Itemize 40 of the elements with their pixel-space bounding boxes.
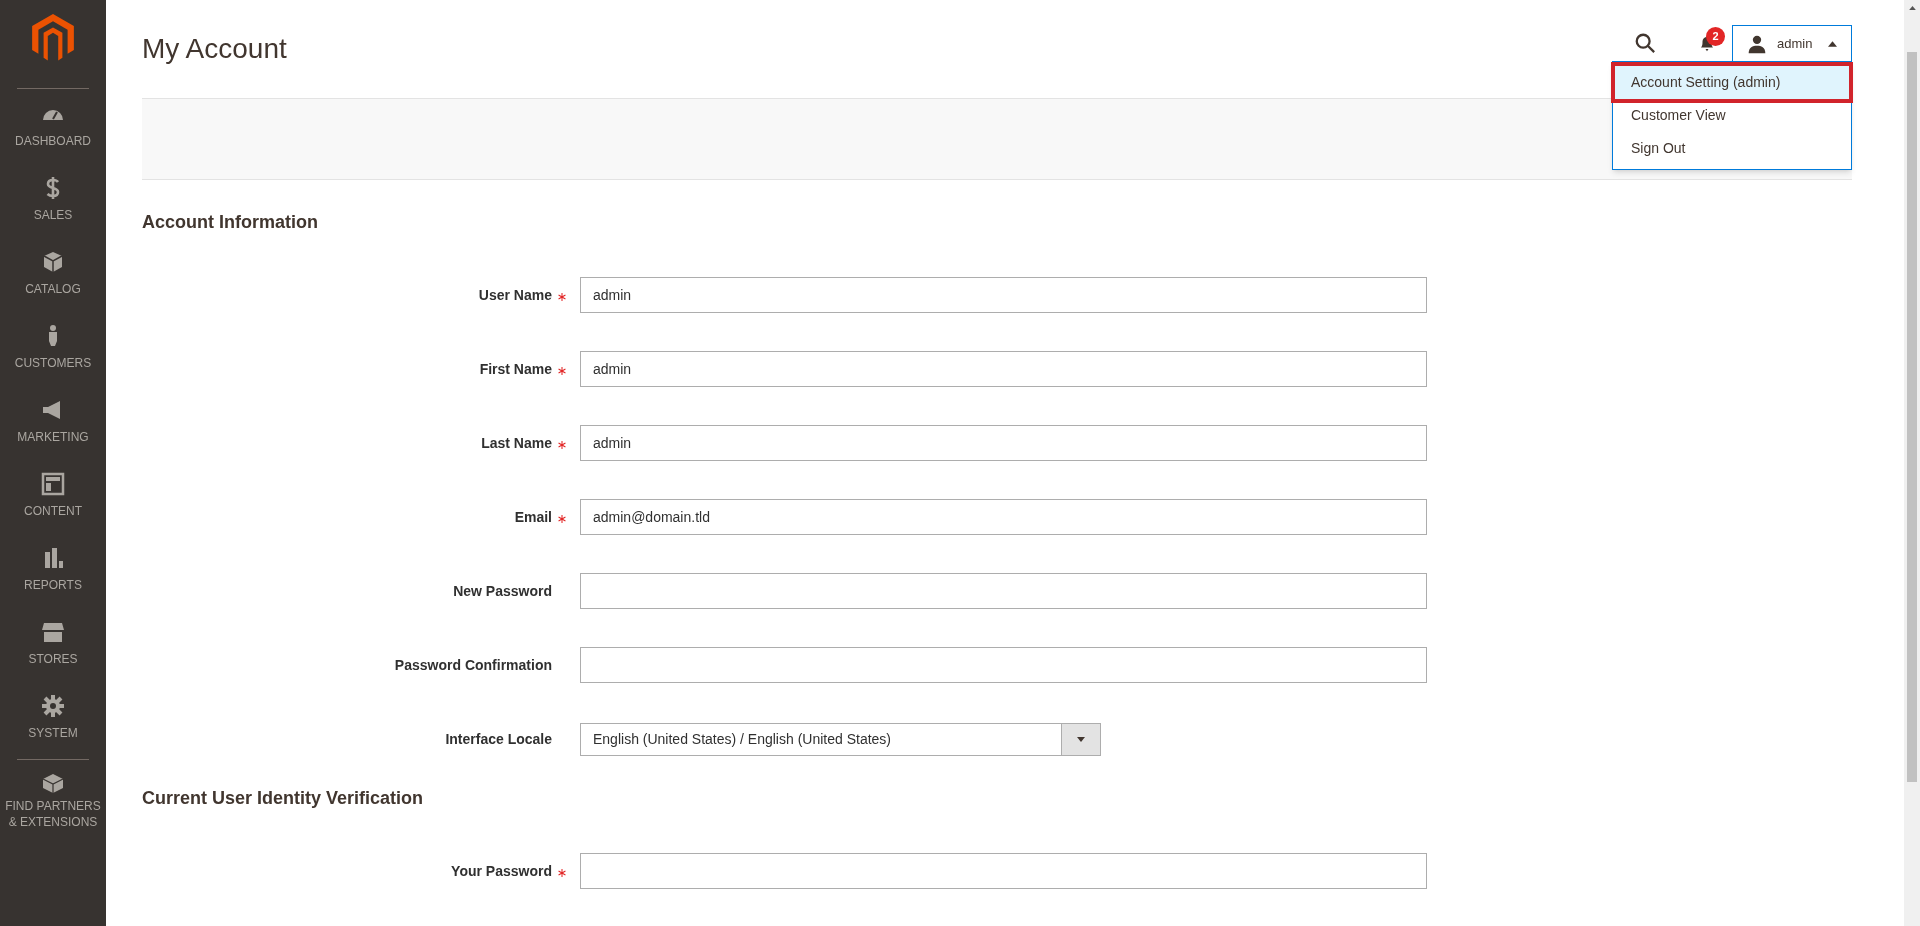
field-label: First Name	[479, 359, 552, 379]
nav-item[interactable]: CUSTOMERS	[0, 311, 106, 385]
nav-item[interactable]: SYSTEM	[0, 681, 106, 755]
field-label: Email	[514, 507, 552, 527]
input-field[interactable]: admin	[580, 277, 1427, 313]
user-icon	[1747, 33, 1767, 54]
section-title: Account Information	[142, 211, 319, 234]
field-label: Password Confirmation	[394, 655, 552, 675]
menu-item[interactable]: Sign Out	[1615, 132, 1849, 165]
nav-item[interactable]: CONTENT	[0, 459, 106, 533]
field-label: Last Name	[481, 433, 552, 453]
input-field[interactable]: admin	[580, 351, 1427, 387]
gear-icon	[41, 694, 65, 718]
storefront-icon	[41, 620, 65, 644]
layout-icon	[41, 472, 65, 496]
field-label: Interface Locale	[445, 729, 552, 749]
nav-item[interactable]: REPORTS	[0, 533, 106, 607]
user-menu-button[interactable]: admin	[1732, 25, 1852, 61]
nav-item[interactable]: STORES	[0, 607, 106, 681]
box-icon	[41, 250, 65, 274]
notification-badge: 2	[1706, 27, 1725, 46]
caret-icon	[1828, 40, 1837, 47]
locale-select[interactable]: English (United States) / English (United States)	[580, 722, 1101, 756]
field-label: New Password	[453, 581, 552, 601]
nav-item[interactable]: MARKETING	[0, 385, 106, 459]
nav-item[interactable]: FIND PARTNERS & EXTENSIONS	[0, 760, 106, 830]
nav-item[interactable]: CATALOG	[0, 237, 106, 311]
dropdown-caret-icon	[1077, 736, 1085, 742]
nav-item[interactable]: DASHBOARD	[0, 89, 106, 163]
section-title: Current User Identity Verification	[142, 787, 425, 810]
menu-item[interactable]: Customer View	[1615, 99, 1849, 132]
page-title: My Account	[142, 32, 288, 66]
nav-item[interactable]: SALES	[0, 163, 106, 237]
scroll-up-icon[interactable]	[1908, 6, 1916, 10]
input-field[interactable]: admin@domain.tld	[580, 499, 1427, 535]
logo-icon	[32, 14, 74, 62]
input-field[interactable]: admin	[580, 425, 1427, 461]
search-icon[interactable]	[1634, 32, 1656, 54]
field-label: Your Password	[451, 861, 552, 881]
field-label: User Name	[478, 285, 552, 305]
